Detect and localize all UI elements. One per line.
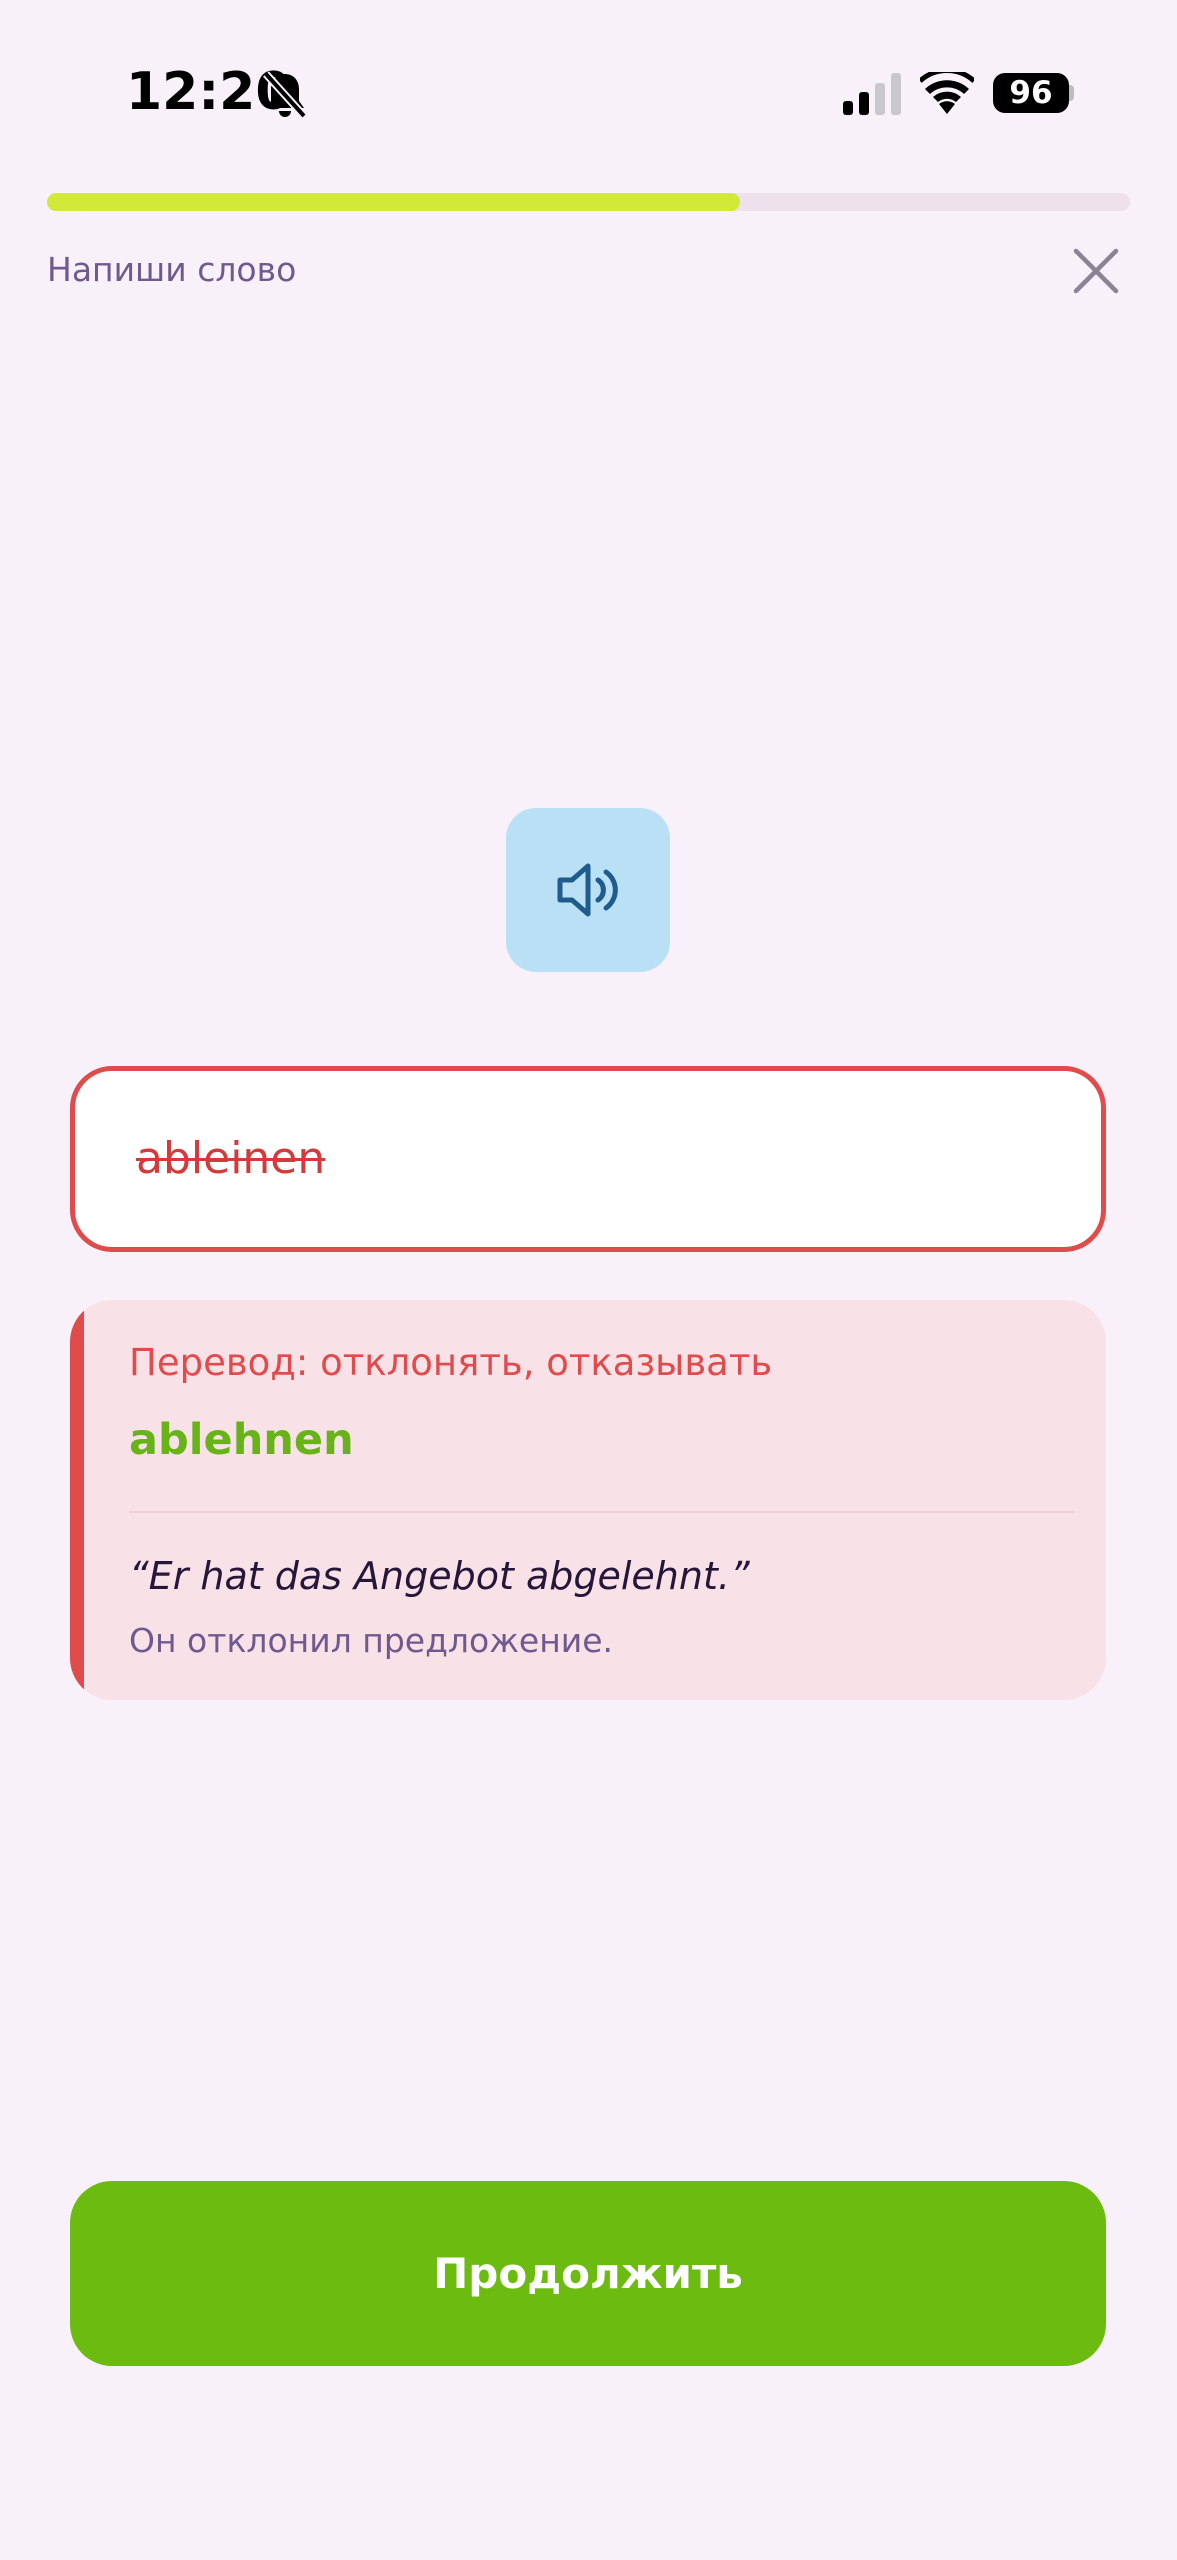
battery-icon: 96: [993, 73, 1069, 113]
play-audio-button[interactable]: [506, 808, 670, 972]
close-icon: [1073, 248, 1119, 294]
speaker-icon: [557, 863, 618, 917]
error-accent-bar: [70, 1300, 84, 1700]
translation-text: Перевод: отклонять, отказывать: [129, 1341, 773, 1384]
correct-answer: ablehnen: [129, 1415, 354, 1465]
feedback-card: Перевод: отклонять, отказывать ablehnen …: [70, 1300, 1106, 1700]
bell-slash-icon: [262, 70, 308, 120]
divider: [129, 1511, 1074, 1513]
answer-value: ableinen: [136, 1133, 326, 1184]
signal-icon: [843, 73, 901, 115]
example-sentence: “Er hat das Angebot abgelehnt.”: [129, 1554, 750, 1598]
task-label: Напиши слово: [47, 250, 297, 289]
close-button[interactable]: [1068, 243, 1124, 299]
progress-fill: [47, 193, 740, 211]
answer-field[interactable]: ableinen: [70, 1066, 1106, 1252]
wifi-icon: [918, 68, 976, 114]
battery-tip: [1069, 85, 1074, 101]
example-translation: Он отклонил предложение.: [129, 1621, 614, 1660]
continue-button[interactable]: Продолжить: [70, 2181, 1106, 2366]
